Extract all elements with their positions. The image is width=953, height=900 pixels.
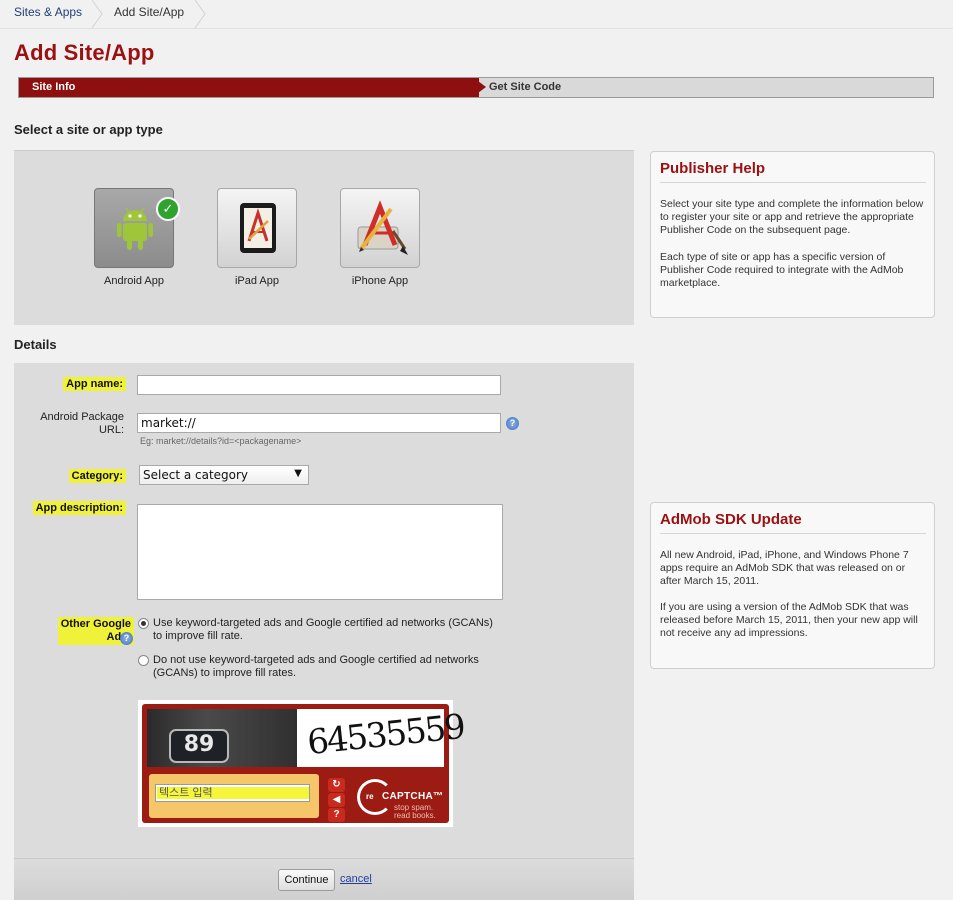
step-progress: Site Info Get Site Code — [18, 77, 934, 98]
ipad-app-label: iPad App — [234, 275, 280, 287]
type-section-heading: Select a site or app type — [14, 122, 163, 137]
category-label: Category: — [30, 469, 126, 483]
android-app-label: Android App — [104, 275, 164, 287]
cancel-link[interactable]: cancel — [340, 873, 372, 885]
package-url-input[interactable]: market:// — [137, 413, 501, 433]
radio-use-keyword-ads-label: Use keyword-targeted ads and Google cert… — [153, 617, 493, 642]
sdk-update-paragraph-2: If you are using a version of the AdMob … — [660, 601, 918, 639]
captcha-response-input[interactable]: 텍스트 입력 — [155, 784, 310, 802]
radio-no-keyword-ads[interactable] — [138, 655, 149, 666]
category-select-value: Select a category — [143, 468, 249, 482]
continue-button[interactable]: Continue — [278, 869, 335, 891]
radio-use-keyword-ads[interactable] — [138, 618, 149, 629]
android-icon — [117, 207, 153, 250]
captcha-word: 64535559 — [305, 706, 466, 764]
publisher-help-box: Publisher Help Select your site type and… — [650, 151, 935, 318]
page-title: Add Site/App — [14, 40, 155, 65]
sdk-update-paragraph-1: All new Android, iPad, iPhone, and Windo… — [660, 549, 909, 587]
publisher-help-paragraph-1: Select your site type and complete the i… — [660, 198, 924, 236]
details-heading: Details — [14, 337, 57, 352]
breadcrumb-item-current: Add Site/App — [114, 5, 185, 19]
selected-check-icon: ✓ — [156, 197, 180, 221]
recaptcha-brand-re: re — [366, 792, 374, 801]
publisher-help-paragraph-2: Each type of site or app has a specific … — [660, 251, 904, 289]
app-description-label: App description: — [20, 501, 126, 515]
captcha-input-area: 텍스트 입력 — [149, 774, 319, 818]
iphone-app-tile[interactable] — [340, 188, 420, 268]
publisher-help-title: Publisher Help — [660, 160, 766, 177]
divider — [660, 533, 926, 534]
breadcrumb-item-sites-apps[interactable]: Sites & Apps — [14, 0, 82, 28]
iphone-app-icon — [357, 200, 408, 255]
sdk-update-title: AdMob SDK Update — [660, 511, 802, 528]
breadcrumb-separator-icon — [194, 0, 206, 28]
app-name-label: App name: — [30, 377, 126, 391]
recaptcha-frame: 89 64535559 텍스트 입력 ↻ ◀ ? re CAPTCHA™ sto… — [142, 704, 466, 823]
package-url-label: Android Package URL: — [40, 411, 124, 436]
captcha-input-placeholder: 텍스트 입력 — [157, 787, 309, 799]
step-arrow-icon — [474, 78, 486, 96]
help-icon[interactable]: ? — [120, 632, 133, 645]
app-description-textarea[interactable] — [137, 504, 503, 600]
category-select[interactable]: Select a category ▼ — [139, 465, 309, 485]
recaptcha-widget: 89 64535559 텍스트 입력 ↻ ◀ ? re CAPTCHA™ sto… — [137, 699, 466, 828]
captcha-image: 89 64535559 — [147, 707, 466, 767]
android-app-tile[interactable]: ✓ — [94, 188, 180, 268]
app-name-input[interactable] — [137, 375, 501, 395]
recaptcha-brand-name: CAPTCHA™ — [382, 791, 444, 802]
radio-no-keyword-ads-label: Do not use keyword-targeted ads and Goog… — [153, 654, 479, 679]
sdk-update-box: AdMob SDK Update All new Android, iPad, … — [650, 502, 935, 669]
audio-icon[interactable]: ◀ — [328, 793, 345, 807]
help-icon[interactable]: ? — [328, 808, 345, 822]
captcha-plate-number: 89 — [169, 729, 229, 763]
step-get-site-code: Get Site Code — [489, 81, 562, 93]
chevron-down-icon: ▼ — [294, 468, 302, 479]
help-icon[interactable]: ? — [506, 417, 519, 430]
ipad-app-tile[interactable] — [217, 188, 297, 268]
captcha-photo: 89 — [147, 709, 297, 767]
recaptcha-tagline: stop spam. read books. — [394, 803, 436, 820]
package-url-hint: Eg: market://details?id=<packagename> — [140, 436, 302, 446]
ipad-icon — [240, 203, 276, 253]
app-type-panel: ✓ Android App iPad App iPhone App — [14, 150, 634, 325]
refresh-icon[interactable]: ↻ — [328, 778, 345, 792]
iphone-app-label: iPhone App — [351, 275, 409, 287]
step-site-info: Site Info — [19, 78, 479, 97]
divider — [660, 182, 926, 183]
breadcrumb-separator-icon — [91, 0, 103, 28]
